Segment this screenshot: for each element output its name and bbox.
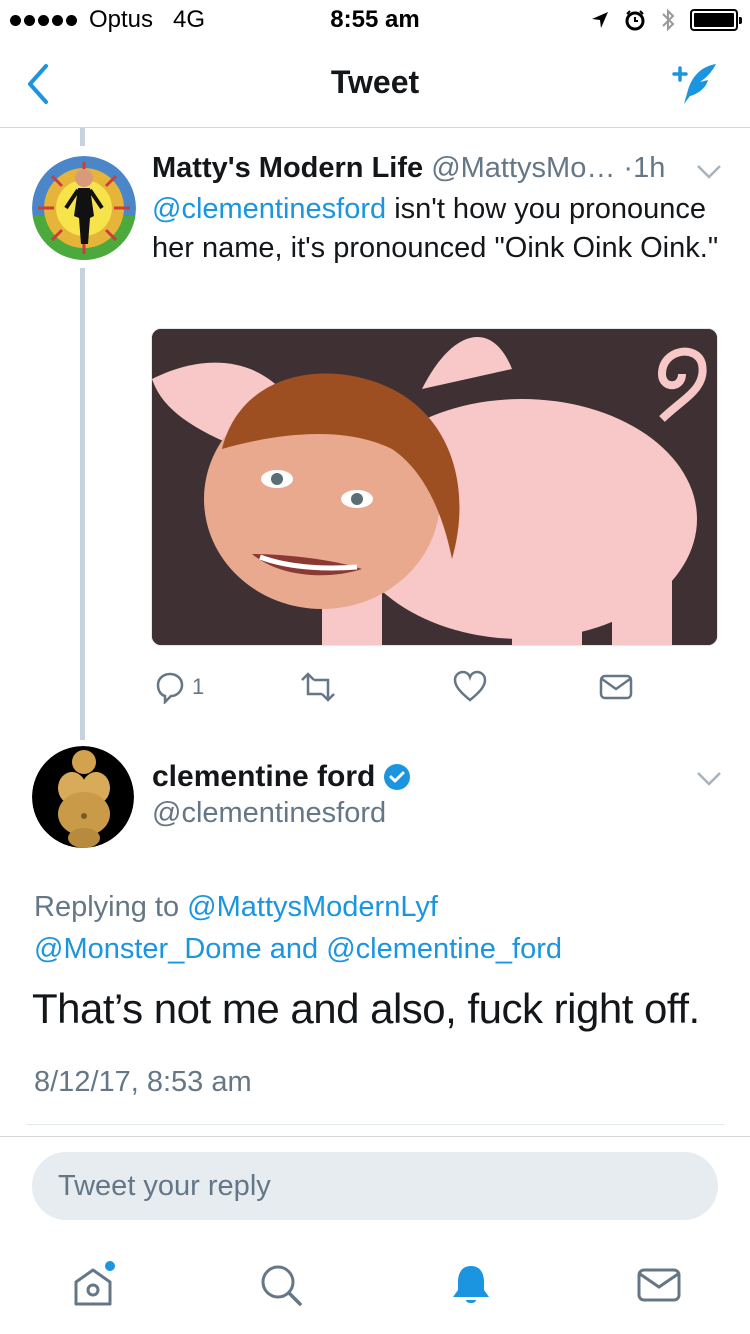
tab-messages[interactable] (634, 1260, 684, 1310)
author-handle[interactable]: @clementinesford (152, 797, 386, 830)
envelope-icon (637, 1268, 681, 1302)
tweet-actions: 1 (152, 670, 652, 706)
tweet-header: Matty's Modern Life @MattysMo… ·1h (152, 152, 732, 185)
mention-link[interactable]: @MattysModernLyf (187, 891, 438, 923)
chevron-down-icon[interactable] (696, 164, 722, 180)
tab-bar (0, 1236, 750, 1334)
replying-to-label: Replying to (34, 891, 180, 923)
mention-link[interactable]: @Monster_Dome (34, 933, 262, 965)
retweet-button[interactable] (298, 670, 338, 704)
tab-notifications[interactable] (446, 1260, 496, 1310)
tweet-text: That’s not me and also, fuck right off. (32, 985, 700, 1032)
thread-connector-line (80, 268, 85, 740)
battery-icon (690, 9, 742, 31)
reply-placeholder: Tweet your reply (58, 1170, 271, 1202)
avatar[interactable] (32, 156, 136, 260)
mention-link[interactable]: @clementinesford (152, 193, 386, 225)
replying-and: and (269, 933, 319, 965)
direct-message-button[interactable] (598, 670, 634, 704)
author-name[interactable]: Matty's Modern Life (152, 152, 423, 184)
separator-dot: · (623, 152, 634, 184)
reply-input[interactable]: Tweet your reply (32, 1152, 718, 1220)
pig-cartoon-image (152, 329, 717, 645)
divider (26, 1124, 724, 1125)
like-button[interactable] (452, 670, 488, 704)
alarm-icon (625, 10, 645, 31)
envelope-icon (599, 674, 633, 700)
compose-tweet-icon (672, 64, 716, 104)
location-icon (592, 12, 608, 28)
thread-connector-line (80, 128, 85, 146)
heart-icon (453, 670, 487, 702)
tab-home[interactable] (68, 1260, 118, 1310)
page-title: Tweet (330, 64, 420, 100)
tweet-timestamp: 8/12/17, 8:53 am (34, 1066, 252, 1098)
tweet-text: @clementinesford isn't how you pronounce… (152, 190, 722, 268)
chevron-down-icon[interactable] (696, 771, 722, 787)
search-icon (261, 1265, 302, 1306)
tab-search[interactable] (256, 1260, 306, 1310)
sun-figure-avatar-image (32, 156, 136, 260)
reply-icon (156, 672, 184, 704)
reply-button[interactable]: 1 (152, 670, 224, 704)
navigation-bar: Tweet (0, 40, 750, 128)
status-right (590, 7, 742, 33)
reply-count: 1 (192, 674, 205, 699)
tweet-age: 1h (633, 152, 666, 184)
author-name-row: clementine ford (152, 760, 411, 794)
home-icon (74, 1261, 115, 1306)
figurine-avatar-image (32, 746, 134, 848)
verified-badge-icon (384, 764, 411, 790)
retweet-icon (301, 672, 335, 702)
author-name[interactable]: clementine ford (152, 760, 375, 794)
replying-to: Replying to @MattysModernLyf @Monster_Do… (34, 886, 734, 970)
mention-link[interactable]: @clementine_ford (326, 933, 562, 965)
avatar[interactable] (32, 746, 134, 848)
compose-tweet-button[interactable] (668, 60, 720, 108)
bell-icon (453, 1266, 489, 1303)
bluetooth-icon (662, 8, 675, 32)
divider (0, 1136, 750, 1137)
tweet-media-image[interactable] (151, 328, 718, 646)
author-handle[interactable]: @MattysMo… (431, 152, 615, 184)
status-bar: Optus 4G 8:55 am (0, 0, 750, 40)
